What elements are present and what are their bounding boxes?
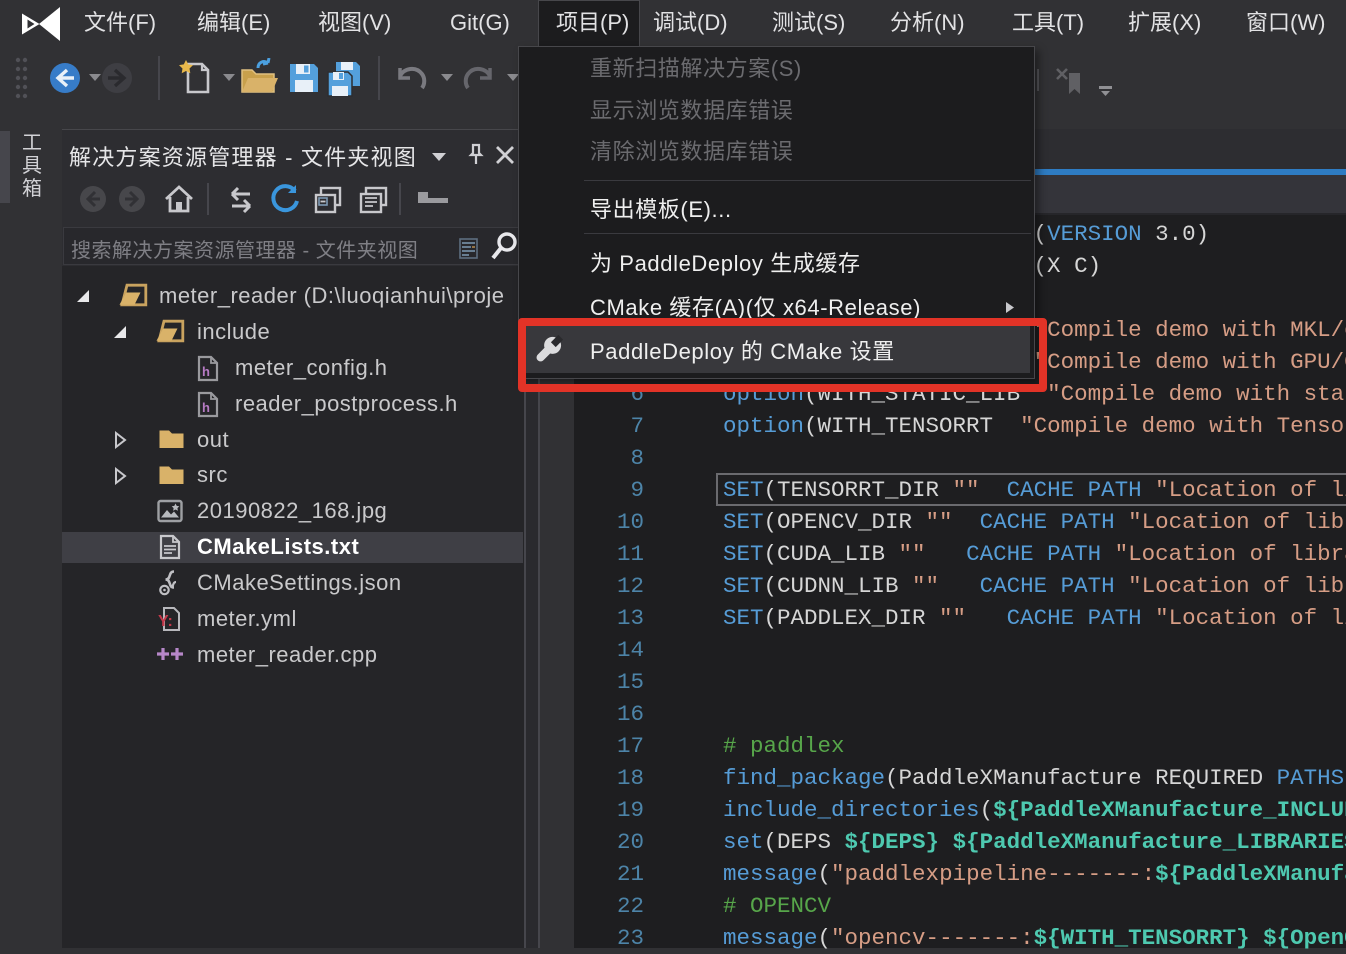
svg-text:h: h: [202, 400, 210, 415]
svg-text:h: h: [202, 364, 210, 379]
svg-text:Y:: Y:: [158, 613, 173, 630]
